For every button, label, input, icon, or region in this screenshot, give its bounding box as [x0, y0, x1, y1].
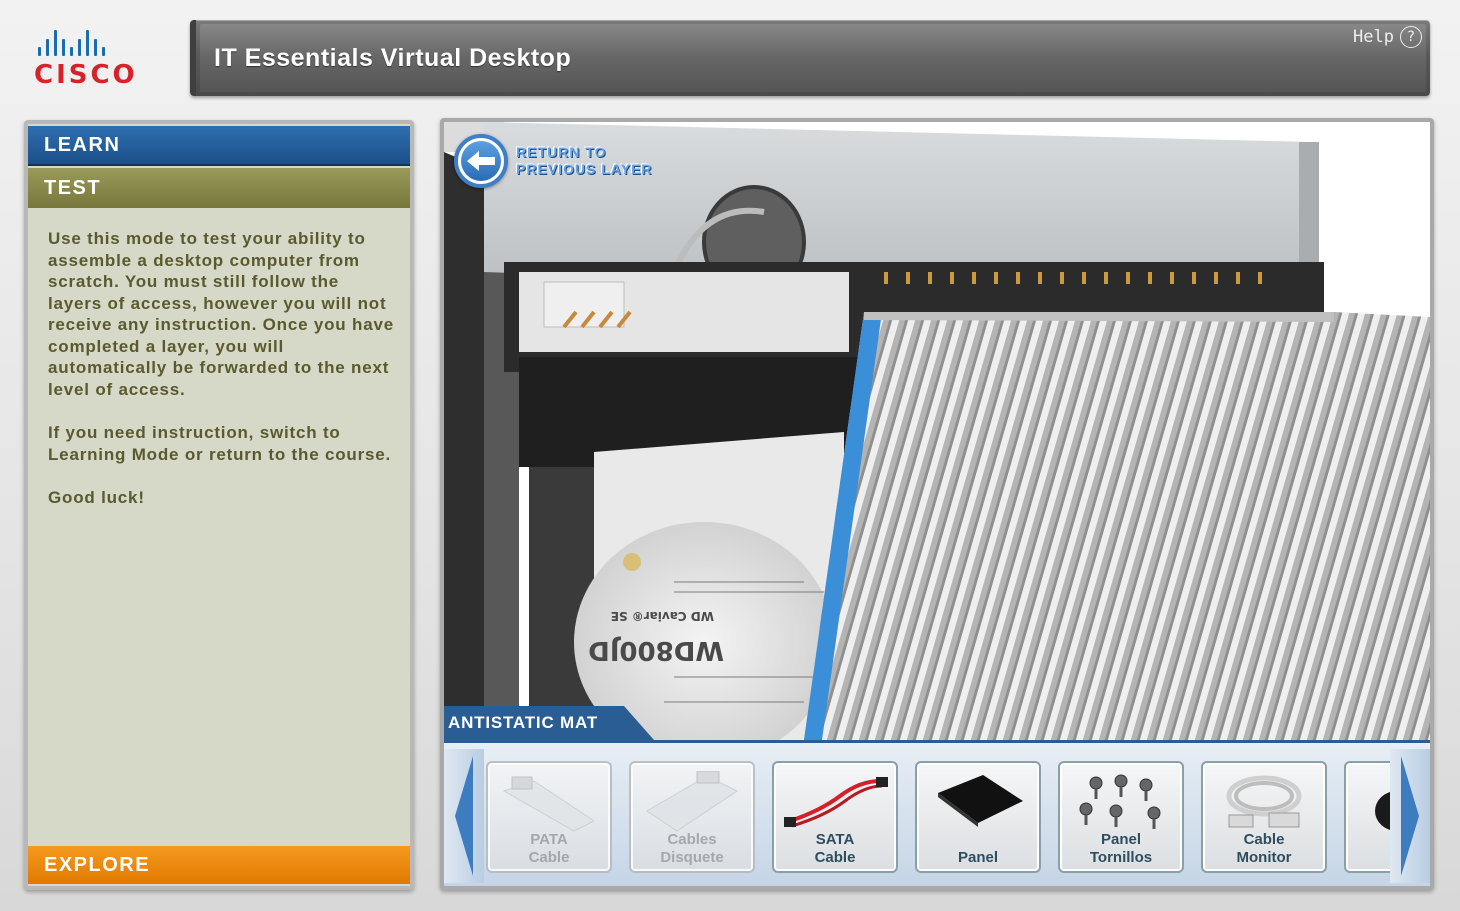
sata-cable-icon	[774, 771, 896, 835]
chevron-left-icon	[455, 756, 473, 876]
return-previous-layer-button[interactable]: RETURN TO PREVIOUS LAYER	[454, 134, 652, 188]
case-render: WD800JD WD Caviar® SE	[444, 122, 1430, 740]
tray-item-label: Monitor	[1236, 849, 1292, 866]
tab-explore[interactable]: EXPLORE	[28, 846, 410, 884]
help-question-icon: ?	[1400, 26, 1422, 48]
tray-scroll-right-button[interactable]	[1390, 749, 1430, 883]
return-label-line1: RETURN TO	[516, 144, 607, 160]
app-title: IT Essentials Virtual Desktop	[214, 44, 572, 72]
tray-item-label: Disquete	[660, 849, 724, 866]
tab-learn[interactable]: LEARN	[28, 126, 410, 166]
instructions-paragraph: If you need instruction, switch to Learn…	[48, 423, 392, 464]
cisco-logo-text: CISCO	[34, 60, 138, 90]
workspace-viewer: WD800JD WD Caviar® SE RETURN TO PREVIOUS…	[440, 118, 1434, 890]
tray-item-sata-cable[interactable]: SATA Cable	[772, 761, 898, 873]
component-tray: PATA Cable Cables Disquete SATA Cable Pa…	[444, 740, 1430, 886]
tray-items: PATA Cable Cables Disquete SATA Cable Pa…	[486, 761, 1392, 873]
antistatic-mat-label: ANTISTATIC MAT	[444, 706, 654, 740]
tray-item-panel-screws[interactable]: Panel Tornillos	[1058, 761, 1184, 873]
screws-icon	[1060, 771, 1182, 835]
tab-test[interactable]: TEST	[28, 168, 410, 208]
tray-item-monitor-cable[interactable]: Cable Monitor	[1201, 761, 1327, 873]
monitor-cable-icon	[1203, 771, 1325, 835]
tray-item-label: Panel	[957, 849, 999, 866]
cisco-bars-icon	[38, 28, 154, 56]
pata-cable-icon	[488, 771, 610, 835]
tray-item-label: Te	[1346, 849, 1392, 867]
tray-item-label: Cable	[528, 849, 570, 866]
back-arrow-icon	[454, 134, 508, 188]
panel-icon	[917, 771, 1039, 835]
tray-item-label: SATA	[815, 831, 855, 848]
tray-item-pata-cable[interactable]: PATA Cable	[486, 761, 612, 873]
instructions-paragraph: Use this mode to test your ability to as…	[48, 229, 394, 399]
computer-case-scene[interactable]: WD800JD WD Caviar® SE RETURN TO PREVIOUS…	[444, 122, 1430, 740]
tray-item-label: Cable	[814, 849, 856, 866]
cisco-logo: CISCO	[34, 28, 154, 90]
drive-model-text: WD800JD	[588, 635, 724, 665]
tray-item-label: Tornillos	[1089, 849, 1153, 866]
tray-item-label: Panel	[1100, 831, 1142, 848]
tray-item-floppy-cable[interactable]: Cables Disquete	[629, 761, 755, 873]
tray-item-label: PATA	[530, 831, 568, 848]
instructions-paragraph: Good luck!	[48, 488, 145, 507]
drive-series-text: WD Caviar® SE	[611, 609, 714, 623]
return-label-line2: PREVIOUS LAYER	[516, 161, 653, 177]
chevron-right-icon	[1401, 756, 1419, 876]
help-button[interactable]: Help ?	[1353, 26, 1422, 48]
floppy-cable-icon	[631, 771, 753, 835]
tray-item-label: Cable	[1243, 831, 1285, 848]
mode-panel: LEARN TEST Use this mode to test your ab…	[24, 120, 414, 890]
keyboard-icon	[1346, 771, 1392, 835]
title-bar: IT Essentials Virtual Desktop Help ?	[190, 20, 1430, 96]
help-label: Help	[1353, 27, 1394, 47]
tray-item-label: Cables	[667, 831, 717, 848]
tray-scroll-left-button[interactable]	[444, 749, 484, 883]
tray-item-keyboard[interactable]: Te	[1344, 761, 1392, 873]
tray-item-panel[interactable]: Panel	[915, 761, 1041, 873]
instructions-text: Use this mode to test your ability to as…	[48, 228, 398, 531]
